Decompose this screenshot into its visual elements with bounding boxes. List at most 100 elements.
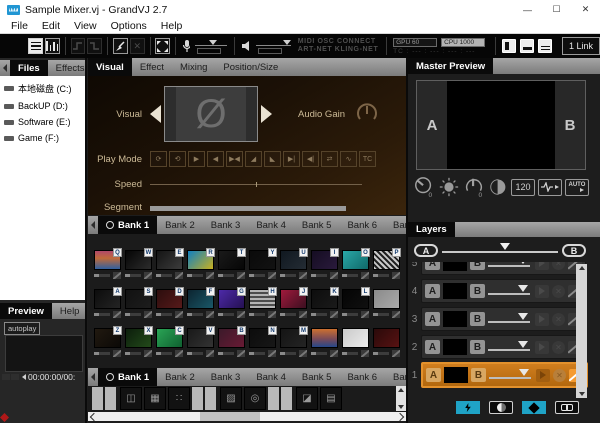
- clip-edit-icon[interactable]: [299, 272, 307, 279]
- clip-cell[interactable]: [311, 328, 342, 367]
- clip-edit-icon[interactable]: [206, 311, 214, 318]
- tab-bank-6[interactable]: Bank 6: [339, 368, 385, 386]
- volume-slider[interactable]: [256, 39, 291, 53]
- tab-mixing[interactable]: Mixing: [172, 58, 215, 76]
- clip-cell-j[interactable]: J: [280, 289, 311, 328]
- tab-bank[interactable]: Bank: [385, 216, 406, 234]
- clip-cell-p[interactable]: P: [373, 250, 404, 289]
- layers-scrollbar[interactable]: [576, 264, 587, 398]
- clip-cell-i[interactable]: I: [311, 250, 342, 289]
- clip-edit-icon[interactable]: [268, 350, 276, 357]
- clip-edit-icon[interactable]: [361, 350, 369, 357]
- clip-thumbnail[interactable]: [342, 328, 369, 348]
- loop-forward-icon[interactable]: ⟳: [150, 151, 167, 167]
- drive-item-game-f[interactable]: Game (F:): [0, 130, 85, 146]
- mic-level-slider[interactable]: [195, 39, 227, 53]
- effect-bank-scrollbar[interactable]: [396, 386, 406, 411]
- speed-slider[interactable]: [150, 184, 362, 185]
- clip-cell-l[interactable]: L: [342, 289, 373, 328]
- layer-a-button[interactable]: A: [425, 284, 440, 298]
- slider-handle[interactable]: [518, 341, 528, 348]
- layer-thumbnail[interactable]: [443, 339, 467, 355]
- clip-cell-n[interactable]: N: [249, 328, 280, 367]
- tab-bank[interactable]: Bank: [385, 368, 406, 386]
- clip-edit-icon[interactable]: [175, 350, 183, 357]
- menu-edit[interactable]: Edit: [35, 20, 67, 32]
- layer-clear-button[interactable]: ✕: [552, 285, 565, 298]
- clip-cell-s[interactable]: S: [125, 289, 156, 328]
- layer-a-button[interactable]: A: [426, 368, 441, 382]
- layer-row-2[interactable]: 2AB✕: [408, 334, 588, 360]
- clip-edit-icon[interactable]: [144, 311, 152, 318]
- tab-bank-2[interactable]: Bank 2: [157, 216, 203, 234]
- sequencer-view-button[interactable]: [45, 38, 60, 54]
- clip-edit-icon[interactable]: [330, 272, 338, 279]
- clip-edit-icon[interactable]: [299, 311, 307, 318]
- current-visual-thumbnail[interactable]: Ø: [164, 86, 258, 142]
- scroll-up-icon[interactable]: [398, 388, 404, 392]
- clip-cell[interactable]: [373, 328, 404, 367]
- clear-button[interactable]: [113, 38, 128, 54]
- drive-item-backup-d[interactable]: BackUP (D:): [0, 98, 85, 114]
- dots-effect-icon[interactable]: ∷: [168, 387, 190, 410]
- scroll-down-icon[interactable]: [398, 405, 404, 409]
- clip-thumbnail[interactable]: [311, 328, 338, 348]
- crossfader-b-button[interactable]: B: [562, 244, 586, 257]
- clip-cell-b[interactable]: B: [218, 328, 249, 367]
- layer-thumbnail[interactable]: [444, 367, 468, 383]
- tab-bank-4[interactable]: Bank 4: [248, 216, 294, 234]
- layer-opacity-slider[interactable]: [488, 340, 532, 354]
- clip-list-view-button[interactable]: [28, 38, 43, 54]
- fade-mode-button[interactable]: [489, 401, 513, 414]
- layer-b-button[interactable]: B: [470, 284, 485, 298]
- film-effect-icon[interactable]: ▨: [220, 387, 242, 410]
- horizontal-scrollbar[interactable]: [88, 412, 406, 421]
- clip-edit-icon[interactable]: [392, 272, 400, 279]
- clip-edit-icon[interactable]: [113, 311, 121, 318]
- empty-slot-pair[interactable]: [268, 387, 294, 410]
- layer-play-button[interactable]: [536, 369, 550, 382]
- clip-cell-x[interactable]: X: [125, 328, 156, 367]
- output-layout-bottom-button[interactable]: [520, 39, 534, 53]
- slider-handle[interactable]: [519, 369, 529, 376]
- clip-edit-icon[interactable]: [237, 311, 245, 318]
- scroll-left-icon[interactable]: [90, 412, 98, 420]
- layer-row-1[interactable]: 1AB✕: [408, 362, 588, 388]
- link-mode-button[interactable]: [555, 401, 579, 414]
- layer-opacity-slider[interactable]: [488, 262, 532, 270]
- menu-help[interactable]: Help: [154, 20, 190, 32]
- tab-layers[interactable]: Layers: [408, 222, 455, 237]
- flash-mode-button[interactable]: [456, 401, 480, 414]
- clip-cell-g[interactable]: G: [218, 289, 249, 328]
- clip-edit-icon[interactable]: [113, 272, 121, 279]
- clip-edit-icon[interactable]: [175, 272, 183, 279]
- minimize-button[interactable]: —: [513, 0, 542, 19]
- clip-edit-icon[interactable]: [299, 350, 307, 357]
- clip-edit-icon[interactable]: [392, 311, 400, 318]
- layer-b-button[interactable]: B: [470, 312, 485, 326]
- play-pause-icon[interactable]: ▶|: [283, 151, 300, 167]
- clip-cell-f[interactable]: F: [187, 289, 218, 328]
- slider-handle[interactable]: [518, 262, 528, 264]
- loop-backward-icon[interactable]: ⟲: [169, 151, 186, 167]
- segment-slider[interactable]: [150, 206, 346, 211]
- play-backward-icon[interactable]: ◀: [207, 151, 224, 167]
- layer-thumbnail[interactable]: [443, 262, 467, 271]
- drive-item-software-e[interactable]: Software (E:): [0, 114, 85, 130]
- layer-row-3[interactable]: 3AB✕: [408, 306, 588, 332]
- wipe-effect-icon[interactable]: ◪: [296, 387, 318, 410]
- clip-thumbnail[interactable]: [373, 289, 400, 309]
- tab-position-size[interactable]: Position/Size: [215, 58, 286, 76]
- random-icon[interactable]: ⇄: [321, 151, 338, 167]
- ping-pong-icon[interactable]: ▶◀: [226, 151, 243, 167]
- tab-bank-5[interactable]: Bank 5: [294, 368, 340, 386]
- next-visual-icon[interactable]: [261, 105, 272, 123]
- clip-cell-k[interactable]: K: [311, 289, 342, 328]
- clip-cell-y[interactable]: Y: [249, 250, 280, 289]
- contrast-icon[interactable]: [488, 176, 508, 198]
- menu-file[interactable]: File: [4, 20, 35, 32]
- menu-view[interactable]: View: [67, 20, 104, 32]
- slider-handle[interactable]: [209, 40, 217, 45]
- tab-preview[interactable]: Preview: [0, 303, 52, 319]
- timecode-mode[interactable]: TC: [359, 151, 376, 167]
